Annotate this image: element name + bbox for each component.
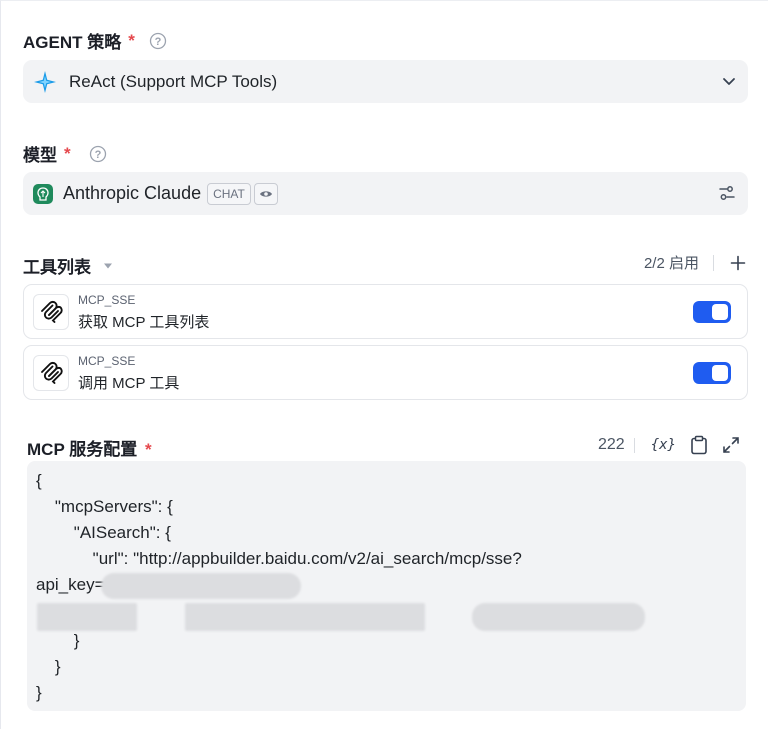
agent-strategy-select[interactable]: ReAct (Support MCP Tools) (23, 60, 748, 103)
required-mark: * (64, 143, 71, 163)
tools-header-actions: 2/2 启用 (644, 252, 746, 273)
tool-name: 获取 MCP 工具列表 (78, 314, 210, 331)
mcp-config-editor[interactable]: { "mcpServers": { "AISearch": { "url": "… (27, 461, 746, 711)
tool-enable-toggle[interactable] (693, 362, 731, 384)
mcp-logo-icon (33, 294, 69, 330)
code-line: "mcpServers": { (36, 497, 173, 516)
required-mark: * (144, 440, 152, 459)
redacted-api-key (185, 603, 425, 631)
vision-eye-icon (253, 182, 278, 205)
redacted-api-key (472, 603, 645, 631)
code-line: } (36, 657, 61, 676)
redacted-api-key (101, 573, 301, 599)
clipboard-icon[interactable] (690, 435, 708, 455)
svg-text:?: ? (94, 149, 101, 161)
model-name: Anthropic Claude (63, 183, 202, 203)
help-icon[interactable]: ? (89, 145, 107, 163)
insert-variable-icon[interactable]: {x} (651, 437, 676, 453)
tools-label[interactable]: 工具列表 (23, 253, 113, 278)
anthropic-logo-icon (33, 183, 53, 204)
required-mark: * (128, 30, 135, 50)
tools-label-text: 工具列表 (23, 258, 91, 277)
settings-sliders-icon[interactable] (718, 184, 736, 207)
chevron-down-icon[interactable] (720, 72, 738, 95)
mcp-config-label: MCP 服务配置 * (27, 435, 152, 460)
add-tool-button[interactable] (730, 255, 746, 271)
mcp-logo-icon (33, 355, 69, 391)
agent-strategy-label-text: AGENT 策略 (23, 33, 122, 52)
help-icon[interactable]: ? (149, 32, 167, 50)
agent-strategy-label: AGENT 策略 * ? (23, 28, 167, 53)
code-line: "AISearch": { (36, 523, 171, 542)
divider (713, 254, 714, 271)
code-line: "url": "http://appbuilder.baidu.com/v2/a… (36, 549, 522, 568)
sparkle-icon (33, 70, 57, 94)
tool-provider: MCP_SSE (78, 293, 136, 307)
model-select[interactable]: Anthropic Claude CHAT (23, 172, 748, 215)
expand-icon[interactable] (722, 436, 740, 454)
svg-text:?: ? (154, 36, 161, 48)
agent-strategy-value: ReAct (Support MCP Tools) (69, 71, 278, 91)
tool-item[interactable]: MCP_SSE 获取 MCP 工具列表 (23, 284, 748, 339)
tool-enable-toggle[interactable] (693, 301, 731, 323)
code-line: } (36, 683, 42, 702)
tools-enabled-status: 2/2 启用 (643, 255, 699, 272)
model-label-text: 模型 (23, 146, 57, 165)
caret-down-icon[interactable] (103, 262, 113, 270)
tool-name: 调用 MCP 工具 (78, 375, 180, 392)
code-line: { (36, 471, 42, 490)
model-type-badge: CHAT (207, 182, 251, 205)
redacted-api-key (37, 603, 137, 631)
code-line: } (36, 631, 80, 650)
tool-provider: MCP_SSE (78, 354, 136, 368)
mcp-config-toolbar: 222 {x} (598, 435, 740, 455)
divider (633, 437, 635, 453)
tool-item[interactable]: MCP_SSE 调用 MCP 工具 (23, 345, 748, 400)
model-label: 模型 * ? (23, 141, 107, 166)
code-line: api_key= (36, 575, 105, 594)
mcp-config-label-text: MCP 服务配置 (27, 440, 138, 459)
char-count: 222 (598, 436, 625, 453)
